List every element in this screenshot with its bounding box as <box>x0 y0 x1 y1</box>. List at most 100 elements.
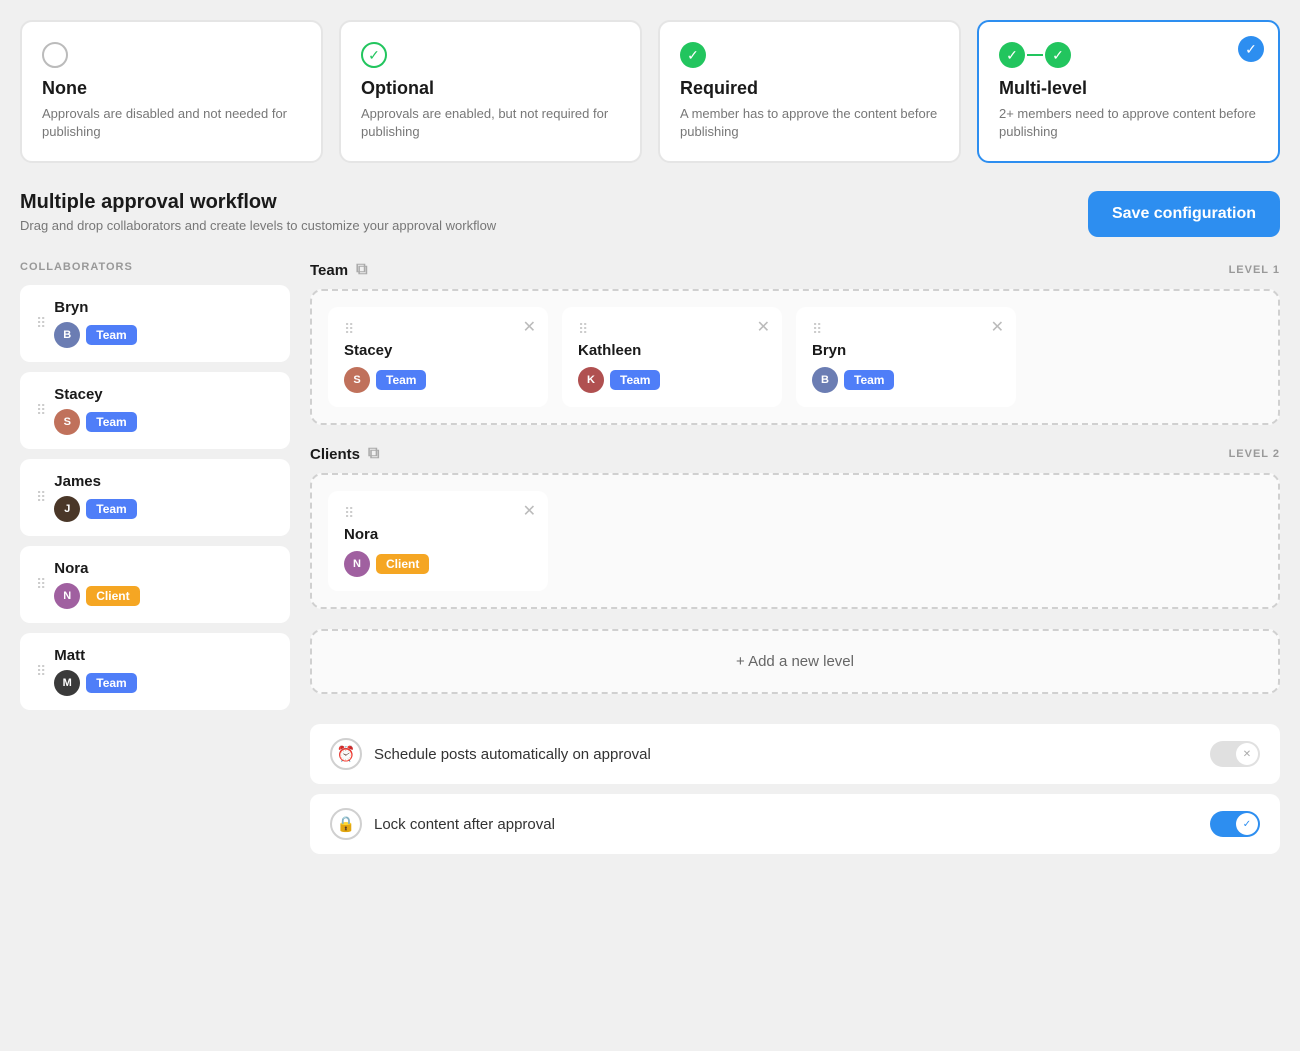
level-1-drop-zone[interactable]: ✕ ⠿ Stacey S Team ✕ ⠿ Kathle <box>310 289 1280 425</box>
approval-card-none[interactable]: None Approvals are disabled and not need… <box>20 20 323 163</box>
level-card-name-bryn: Bryn <box>812 342 1000 359</box>
card-desc-optional: Approvals are enabled, but not required … <box>361 105 620 141</box>
lock-toggle-label: Lock content after approval <box>374 816 1198 833</box>
card-title-optional: Optional <box>361 78 620 99</box>
add-new-level-button[interactable]: + Add a new level <box>310 629 1280 694</box>
avatar-nora: N <box>54 583 80 609</box>
level-avatar-bryn: B <box>812 367 838 393</box>
level-card-name-nora: Nora <box>344 526 532 543</box>
approval-card-multilevel[interactable]: ✓ ✓ ✓ Multi-level 2+ members need to app… <box>977 20 1280 163</box>
approval-card-optional[interactable]: ✓ Optional Approvals are enabled, but no… <box>339 20 642 163</box>
collaborator-stacey[interactable]: ⠿ Stacey S Team <box>20 372 290 449</box>
toggles-container: ⏰ Schedule posts automatically on approv… <box>310 714 1280 874</box>
toggle-x-icon: ✕ <box>1243 749 1251 760</box>
level-badge-kathleen: Team <box>610 370 660 390</box>
level-avatar-kathleen: K <box>578 367 604 393</box>
collab-name-stacey: Stacey <box>54 386 274 403</box>
badge-james: Team <box>86 499 136 519</box>
schedule-knob: ✕ <box>1236 743 1258 765</box>
level-2-name: Clients <box>310 446 360 463</box>
approval-type-cards: None Approvals are disabled and not need… <box>20 20 1280 163</box>
card-title-none: None <box>42 78 301 99</box>
level-1-group: Team ⧉ LEVEL 1 ✕ ⠿ Stacey S Team <box>310 261 1280 425</box>
drag-handle-level-bryn[interactable]: ⠿ <box>812 321 822 338</box>
badge-bryn: Team <box>86 325 136 345</box>
schedule-toggle-row: ⏰ Schedule posts automatically on approv… <box>310 724 1280 784</box>
card-title-required: Required <box>680 78 939 99</box>
drag-handle-level-nora[interactable]: ⠿ <box>344 505 354 522</box>
drag-handle-james[interactable]: ⠿ <box>36 489 46 506</box>
badge-stacey: Team <box>86 412 136 432</box>
workflow-subtitle: Drag and drop collaborators and create l… <box>20 218 496 233</box>
close-stacey-icon[interactable]: ✕ <box>523 317 536 337</box>
level-2-group: Clients ⧉ LEVEL 2 ✕ ⠿ Nora N Client <box>310 445 1280 609</box>
optional-icon: ✓ <box>361 42 620 68</box>
lock-toggle-row: 🔒 Lock content after approval ✓ <box>310 794 1280 854</box>
selected-check-icon: ✓ <box>1238 36 1264 62</box>
approval-card-required[interactable]: ✓ Required A member has to approve the c… <box>658 20 961 163</box>
required-icon: ✓ <box>680 42 939 68</box>
level-2-header: Clients ⧉ LEVEL 2 <box>310 445 1280 463</box>
avatar-james: J <box>54 496 80 522</box>
workflow-title: Multiple approval workflow <box>20 191 496 214</box>
multilevel-icon: ✓ ✓ <box>999 42 1258 68</box>
level-avatar-nora: N <box>344 551 370 577</box>
level-1-header: Team ⧉ LEVEL 1 <box>310 261 1280 279</box>
copy-level-2-icon[interactable]: ⧉ <box>368 445 379 463</box>
level-1-label: LEVEL 1 <box>1229 264 1280 276</box>
level-avatar-stacey: S <box>344 367 370 393</box>
schedule-toggle-label: Schedule posts automatically on approval <box>374 746 1198 763</box>
close-nora-icon[interactable]: ✕ <box>523 501 536 521</box>
level-badge-bryn: Team <box>844 370 894 390</box>
card-desc-none: Approvals are disabled and not needed fo… <box>42 105 301 141</box>
avatar-bryn: B <box>54 322 80 348</box>
collab-name-james: James <box>54 473 274 490</box>
level-badge-nora: Client <box>376 554 429 574</box>
drag-handle-bryn[interactable]: ⠿ <box>36 315 46 332</box>
level-2-label: LEVEL 2 <box>1229 448 1280 460</box>
lock-knob: ✓ <box>1236 813 1258 835</box>
badge-nora: Client <box>86 586 139 606</box>
drag-handle-level-stacey[interactable]: ⠿ <box>344 321 354 338</box>
card-desc-required: A member has to approve the content befo… <box>680 105 939 141</box>
collaborator-bryn[interactable]: ⠿ Bryn B Team <box>20 285 290 362</box>
level-badge-stacey: Team <box>376 370 426 390</box>
lock-icon: 🔒 <box>330 808 362 840</box>
avatar-stacey: S <box>54 409 80 435</box>
collaborator-matt[interactable]: ⠿ Matt M Team <box>20 633 290 710</box>
level-card-kathleen[interactable]: ✕ ⠿ Kathleen K Team <box>562 307 782 407</box>
drag-handle-matt[interactable]: ⠿ <box>36 663 46 680</box>
workflow-info: Multiple approval workflow Drag and drop… <box>20 191 496 233</box>
level-1-name: Team <box>310 262 348 279</box>
none-icon <box>42 42 301 68</box>
collaborators-label: COLLABORATORS <box>20 261 290 273</box>
collab-name-nora: Nora <box>54 560 274 577</box>
collab-name-matt: Matt <box>54 647 274 664</box>
level-card-name-kathleen: Kathleen <box>578 342 766 359</box>
card-title-multilevel: Multi-level <box>999 78 1258 99</box>
drag-handle-stacey[interactable]: ⠿ <box>36 402 46 419</box>
collab-name-bryn: Bryn <box>54 299 274 316</box>
level-2-drop-zone[interactable]: ✕ ⠿ Nora N Client <box>310 473 1280 609</box>
collaborators-panel: COLLABORATORS ⠿ Bryn B Team ⠿ Stacey S T… <box>20 261 290 874</box>
level-card-nora[interactable]: ✕ ⠿ Nora N Client <box>328 491 548 591</box>
collaborator-nora[interactable]: ⠿ Nora N Client <box>20 546 290 623</box>
copy-level-1-icon[interactable]: ⧉ <box>356 261 367 279</box>
drag-handle-nora[interactable]: ⠿ <box>36 576 46 593</box>
collaborator-james[interactable]: ⠿ James J Team <box>20 459 290 536</box>
levels-panel: Team ⧉ LEVEL 1 ✕ ⠿ Stacey S Team <box>310 261 1280 874</box>
workflow-header: Multiple approval workflow Drag and drop… <box>20 191 1280 237</box>
close-bryn-icon[interactable]: ✕ <box>991 317 1004 337</box>
level-card-stacey[interactable]: ✕ ⠿ Stacey S Team <box>328 307 548 407</box>
avatar-matt: M <box>54 670 80 696</box>
toggle-check-icon: ✓ <box>1243 819 1251 830</box>
level-card-name-stacey: Stacey <box>344 342 532 359</box>
close-kathleen-icon[interactable]: ✕ <box>757 317 770 337</box>
schedule-icon: ⏰ <box>330 738 362 770</box>
card-desc-multilevel: 2+ members need to approve content befor… <box>999 105 1258 141</box>
lock-toggle[interactable]: ✓ <box>1210 811 1260 837</box>
schedule-toggle[interactable]: ✕ <box>1210 741 1260 767</box>
drag-handle-level-kathleen[interactable]: ⠿ <box>578 321 588 338</box>
level-card-bryn[interactable]: ✕ ⠿ Bryn B Team <box>796 307 1016 407</box>
save-configuration-button[interactable]: Save configuration <box>1088 191 1280 237</box>
